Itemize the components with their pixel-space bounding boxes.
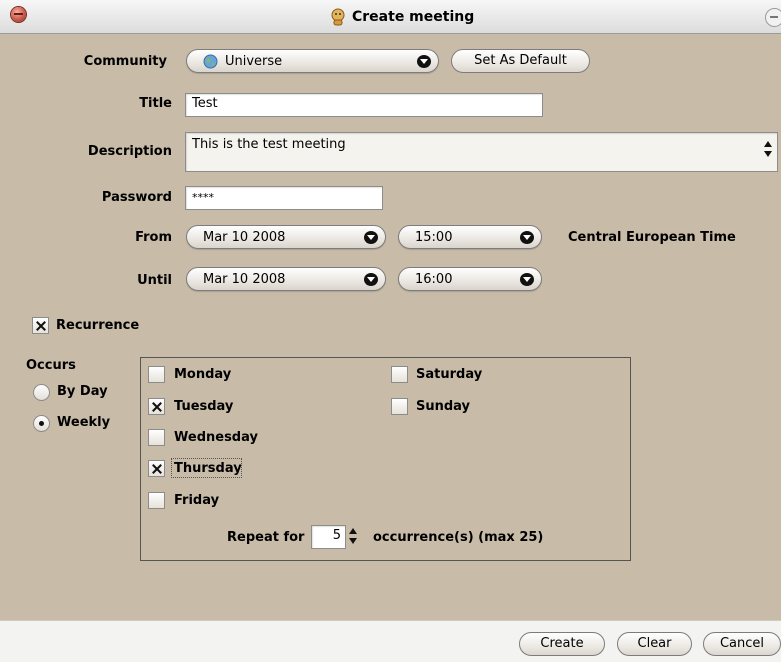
tuesday-label: Tuesday [174, 399, 234, 414]
until-date-select[interactable]: Mar 10 2008 [186, 267, 386, 291]
until-date-value: Mar 10 2008 [203, 272, 286, 287]
description-textarea[interactable]: This is the test meeting [185, 132, 778, 172]
weekly-radio[interactable] [33, 415, 50, 432]
decrement-icon[interactable] [349, 538, 357, 544]
chevron-down-icon [520, 231, 534, 244]
sunday-label: Sunday [416, 399, 471, 414]
increment-icon[interactable] [349, 528, 357, 534]
globe-icon [203, 54, 218, 69]
by-day-label: By Day [57, 384, 108, 399]
zoom-window-button[interactable] [765, 8, 781, 27]
tuesday-checkbox[interactable] [148, 398, 165, 415]
title-bar: Create meeting [0, 0, 781, 34]
chevron-down-icon [364, 231, 378, 244]
repeat-count-input[interactable]: 5 [311, 525, 346, 549]
friday-checkbox[interactable] [148, 492, 165, 509]
repeat-count-stepper[interactable] [349, 525, 358, 549]
until-time-select[interactable]: 16:00 [398, 267, 542, 291]
recurrence-label: Recurrence [56, 318, 140, 333]
thursday-label: Thursday [174, 461, 242, 476]
saturday-checkbox[interactable] [391, 366, 408, 383]
thursday-checkbox[interactable] [148, 460, 165, 477]
password-input[interactable]: **** [185, 186, 383, 210]
from-time-select[interactable]: 15:00 [398, 225, 542, 249]
create-meeting-dialog: Create meeting Community Universe Set As… [0, 0, 781, 662]
from-date-select[interactable]: Mar 10 2008 [186, 225, 386, 249]
title-label: Title [139, 96, 172, 111]
close-window-button[interactable] [11, 7, 26, 22]
weekly-label: Weekly [57, 415, 111, 430]
repeat-label: Repeat for [227, 530, 305, 545]
scroll-up-icon[interactable] [764, 141, 772, 147]
cancel-button[interactable]: Cancel [703, 632, 781, 656]
wednesday-checkbox[interactable] [148, 429, 165, 446]
password-label: Password [101, 190, 172, 205]
chevron-down-icon [417, 55, 431, 68]
occurs-label: Occurs [26, 358, 76, 373]
description-label: Description [87, 144, 172, 159]
description-scroll-arrows[interactable] [764, 138, 773, 162]
recurrence-checkbox[interactable] [32, 317, 49, 334]
saturday-label: Saturday [416, 367, 483, 382]
until-time-value: 16:00 [415, 272, 453, 287]
title-input[interactable]: Test [185, 93, 543, 117]
wednesday-label: Wednesday [174, 430, 258, 445]
from-time-value: 15:00 [415, 230, 453, 245]
meeting-app-icon [331, 8, 345, 26]
monday-checkbox[interactable] [148, 366, 165, 383]
from-label: From [135, 230, 172, 245]
sunday-checkbox[interactable] [391, 398, 408, 415]
window-title: Create meeting [352, 9, 475, 25]
scroll-down-icon[interactable] [764, 151, 772, 157]
create-button[interactable]: Create [519, 632, 605, 656]
title-group: Create meeting [330, 6, 474, 28]
chevron-down-icon [364, 273, 378, 286]
from-date-value: Mar 10 2008 [203, 230, 286, 245]
set-as-default-button[interactable]: Set As Default [451, 49, 590, 73]
community-label: Community [83, 54, 167, 69]
friday-label: Friday [174, 493, 220, 508]
chevron-down-icon [520, 273, 534, 286]
until-label: Until [137, 273, 172, 288]
by-day-radio[interactable] [33, 384, 50, 401]
community-value: Universe [225, 54, 283, 69]
clear-button[interactable]: Clear [617, 632, 692, 656]
timezone-label: Central European Time [568, 230, 736, 245]
community-select[interactable]: Universe [186, 49, 439, 73]
monday-label: Monday [174, 367, 232, 382]
repeat-suffix: occurrence(s) (max 25) [373, 530, 544, 545]
